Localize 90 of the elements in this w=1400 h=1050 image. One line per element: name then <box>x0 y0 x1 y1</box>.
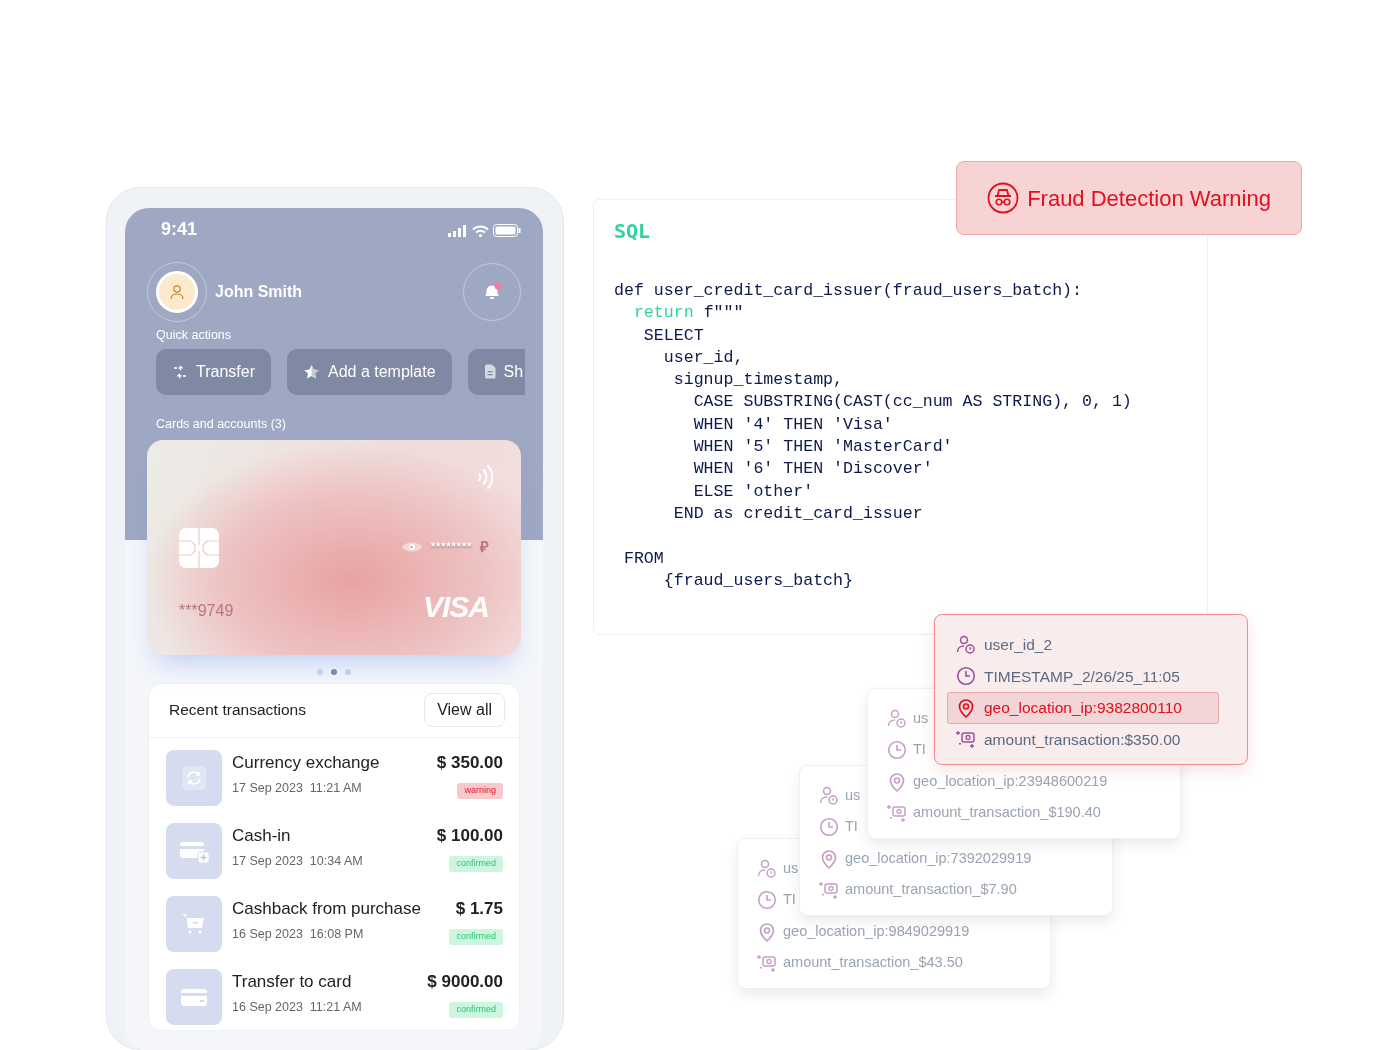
map-pin-icon <box>887 771 907 792</box>
record-field: geo_location_ip:9849029919 <box>783 920 970 943</box>
transaction-date: 16 Sep 2023 16:08 PM <box>232 926 365 943</box>
transaction-title: Transfer to card <box>232 970 353 993</box>
code-line: CASE SUBSTRING(CAST(cc_num AS STRING), 0, 1) <box>692 391 1133 414</box>
section-title: Recent transactions <box>169 700 306 721</box>
record-field: TI <box>783 889 796 912</box>
record-field: amount_transaction_$190.40 <box>913 802 1101 825</box>
status-badge: confirmed <box>449 856 503 872</box>
transaction-date: 17 Sep 2023 10:34 AM <box>232 853 364 870</box>
record-field: amount_transaction_$43.50 <box>783 952 963 975</box>
quick-action-button[interactable]: Sh <box>467 348 526 395</box>
money-icon <box>757 953 777 974</box>
status-badge: confirmed <box>449 1002 503 1018</box>
signal-icon <box>448 224 468 237</box>
balance-mask: ******** <box>430 538 472 556</box>
card-number: ***9749 <box>179 600 234 621</box>
quick-action-button[interactable]: Add a template <box>287 348 452 395</box>
transaction-title: Currency exchange <box>232 751 381 774</box>
code-line: WHEN '5' THEN 'MasterCard' <box>692 436 954 459</box>
view-all-button[interactable]: View all <box>424 693 505 727</box>
record-field: TI <box>913 739 926 762</box>
clock-icon <box>956 666 976 687</box>
document-icon <box>483 364 496 380</box>
code-line: SELECT <box>642 324 705 347</box>
status-time: 9:41 <box>161 218 198 241</box>
contactless-icon <box>475 463 495 490</box>
transaction-date: 17 Sep 2023 11:21 AM <box>232 780 363 797</box>
transaction-amount: $ 100.00 <box>436 824 503 847</box>
code-line: WHEN '4' THEN 'Visa' <box>692 413 894 436</box>
page-dot[interactable] <box>317 668 323 675</box>
section-label: Cards and accounts (3) <box>155 415 287 433</box>
code-line: WHEN '6' THEN 'Discover' <box>692 458 934 481</box>
code-line: {fraud_users_batch} <box>662 569 854 592</box>
currency-symbol: ₽ <box>480 536 489 557</box>
warning-title: Fraud Detection Warning <box>1027 184 1271 213</box>
page-dot[interactable] <box>345 668 351 675</box>
record-field: geo_location_ip:9382800110 <box>984 696 1182 720</box>
record-field: amount_transaction:$350.00 <box>984 727 1181 751</box>
money-icon <box>819 880 839 901</box>
transaction-amount: $ 1.75 <box>455 897 503 920</box>
transaction-title: Cash-in <box>232 824 292 847</box>
incognito-icon <box>987 182 1020 214</box>
code-line: ELSE 'other' <box>692 480 815 503</box>
record-field: TIMESTAMP_2/26/25_11:05 <box>984 664 1180 688</box>
code-line: def user_credit_card_issuer(fraud_users_batch): <box>614 280 1084 302</box>
record-field: user_id_2 <box>984 633 1053 657</box>
record-field: TI <box>845 816 858 839</box>
user-clock-icon <box>956 634 976 655</box>
transaction-amount: $ 9000.00 <box>427 970 503 993</box>
transaction-date: 16 Sep 2023 11:21 AM <box>232 999 363 1016</box>
person-icon <box>169 284 185 300</box>
quick-action-button[interactable]: Transfer <box>156 348 271 395</box>
map-pin-icon <box>819 848 839 869</box>
record-field: us <box>845 784 861 807</box>
transaction-amount: $ 350.00 <box>436 751 503 774</box>
record-field: amount_transaction_$7.90 <box>845 879 1017 902</box>
language-label: SQL <box>614 218 652 245</box>
transaction-title: Cashback from purchase <box>232 897 422 920</box>
status-badge: confirmed <box>449 929 503 945</box>
transfer-icon <box>172 364 188 379</box>
section-label: Quick actions <box>155 327 233 344</box>
map-pin-icon <box>956 697 976 718</box>
clock-icon <box>819 817 839 838</box>
user-clock-icon <box>819 785 839 806</box>
code-line: return f""" <box>632 302 745 325</box>
clock-icon <box>757 890 777 911</box>
user-clock-icon <box>757 858 777 879</box>
code-line: signup_timestamp, <box>672 369 845 392</box>
battery-icon <box>493 224 521 237</box>
bank-card[interactable]: ******** ₽ ***9749 VISA <box>147 439 521 655</box>
page-dot[interactable] <box>331 668 337 675</box>
card-brand-logo: VISA <box>422 588 489 625</box>
record-field: geo_location_ip:7392029919 <box>845 847 1032 870</box>
clock-icon <box>887 740 907 761</box>
wifi-icon <box>472 224 489 237</box>
status-badge: warning <box>457 783 503 799</box>
money-icon <box>887 803 907 824</box>
code-line: END as credit_card_issuer <box>672 502 924 525</box>
code-line: user_id, <box>662 346 745 369</box>
star-icon <box>303 363 320 380</box>
record-field: geo_location_ip:23948600219 <box>913 770 1108 793</box>
money-icon <box>956 729 976 750</box>
record-field: us <box>913 707 929 730</box>
map-pin-icon <box>757 921 777 942</box>
user-name: John Smith <box>215 282 303 302</box>
code-line: FROM <box>622 547 665 570</box>
user-clock-icon <box>887 708 907 729</box>
chip-icon <box>179 527 219 568</box>
record-field: us <box>783 857 799 880</box>
